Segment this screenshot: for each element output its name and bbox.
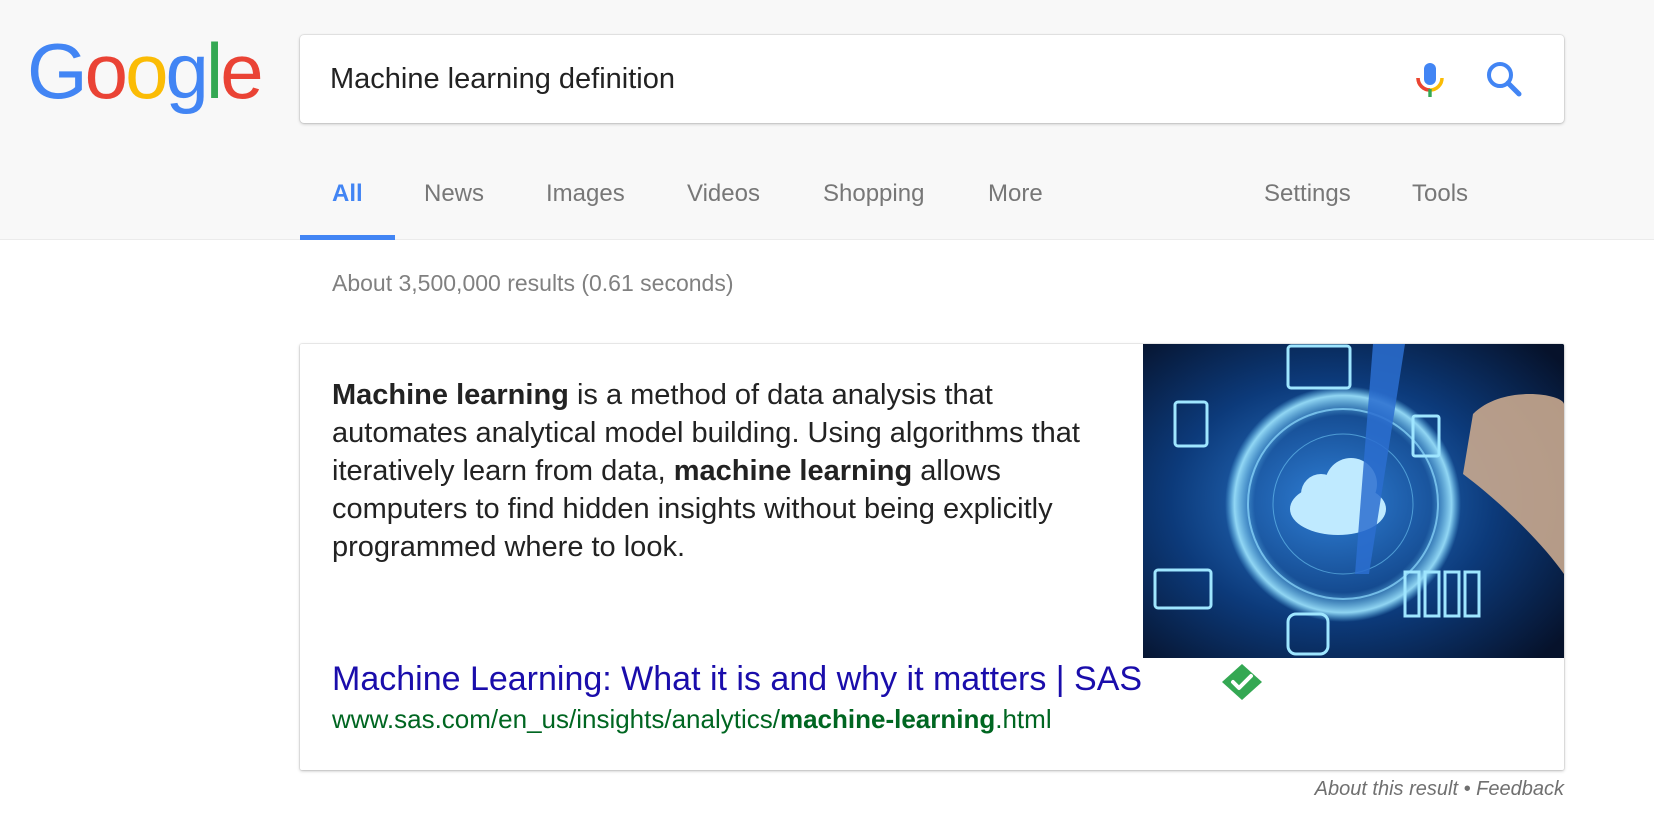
url-prefix: www.sas.com/en_us/insights/analytics/	[332, 704, 780, 734]
logo-letter: G	[27, 27, 88, 115]
tab-images[interactable]: Images	[514, 166, 657, 240]
search-box	[300, 35, 1564, 123]
result-footer: About this result • Feedback	[1315, 778, 1564, 801]
tab-settings[interactable]: Settings	[1232, 166, 1383, 240]
logo-letter: l	[205, 27, 223, 115]
logo-letter: o	[84, 27, 128, 115]
logo-letter: o	[125, 27, 168, 115]
header: Google All News Images Videos Shopping M…	[0, 0, 1654, 240]
search-icon[interactable]	[1480, 55, 1528, 103]
microphone-icon[interactable]	[1408, 57, 1452, 101]
tab-videos[interactable]: Videos	[655, 166, 792, 240]
result-stats: About 3,500,000 results (0.61 seconds)	[332, 270, 734, 296]
logo-letter: g	[165, 27, 208, 115]
tab-news[interactable]: News	[392, 166, 516, 240]
result-title-link[interactable]: Machine Learning: What it is and why it …	[332, 660, 1142, 699]
search-input[interactable]	[330, 35, 1380, 123]
snippet-bold: machine learning	[673, 455, 913, 487]
tab-shopping[interactable]: Shopping	[791, 166, 956, 240]
snippet-text: Machine learning is a method of data ana…	[332, 376, 1112, 566]
snippet-bold: Machine learning	[332, 379, 569, 411]
result-url[interactable]: www.sas.com/en_us/insights/analytics/mac…	[332, 704, 1052, 735]
verified-check-icon	[1222, 664, 1262, 700]
tab-all[interactable]: All	[300, 166, 395, 240]
about-result-link[interactable]: About this result	[1315, 778, 1458, 800]
snippet-image[interactable]	[1143, 344, 1564, 658]
google-logo[interactable]: Google	[27, 27, 264, 115]
tab-tools[interactable]: Tools	[1380, 166, 1500, 240]
search-tabs: All News Images Videos Shopping More Set…	[300, 166, 1600, 240]
url-bold: machine-learning	[779, 704, 996, 734]
featured-snippet: Machine learning is a method of data ana…	[300, 344, 1564, 770]
footer-separator: •	[1458, 778, 1477, 800]
logo-letter: e	[220, 27, 263, 115]
tab-more[interactable]: More	[956, 166, 1075, 240]
url-suffix: .html	[995, 704, 1052, 734]
feedback-link[interactable]: Feedback	[1476, 778, 1564, 800]
